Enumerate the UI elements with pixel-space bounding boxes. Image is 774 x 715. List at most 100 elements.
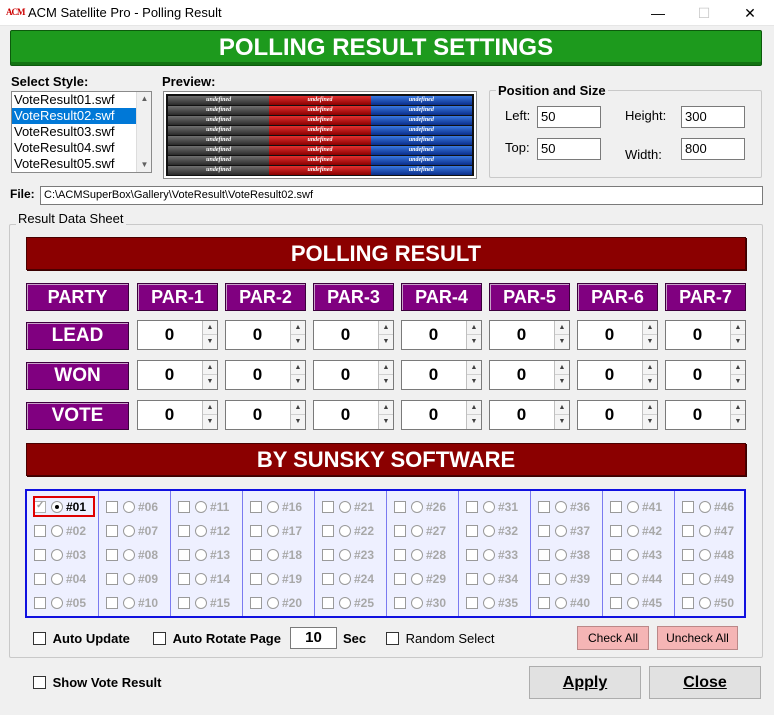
grid-item[interactable]: #38 xyxy=(538,548,590,564)
spin-up-icon[interactable]: ▲ xyxy=(643,401,657,415)
page-checkbox[interactable] xyxy=(106,501,118,513)
grid-item[interactable]: #39 xyxy=(538,572,590,588)
spin-up-icon[interactable]: ▲ xyxy=(379,321,393,335)
close-window-button[interactable]: ✕ xyxy=(727,0,773,26)
value-spinner[interactable]: 0 ▲ ▼ xyxy=(225,320,306,350)
value-spinner[interactable]: 0 ▲ ▼ xyxy=(401,400,482,430)
value-spinner[interactable]: 0 ▲ ▼ xyxy=(137,320,218,350)
grid-item[interactable]: #10 xyxy=(106,596,158,612)
page-checkbox[interactable] xyxy=(394,525,406,537)
value-spinner[interactable]: 0 ▲ ▼ xyxy=(313,400,394,430)
page-radio[interactable] xyxy=(267,573,279,585)
value-spinner[interactable]: 0 ▲ ▼ xyxy=(489,400,570,430)
file-path-field[interactable]: C:\ACMSuperBox\Gallery\VoteResult\VoteRe… xyxy=(40,186,763,205)
spin-down-icon[interactable]: ▼ xyxy=(203,375,217,389)
value-spinner[interactable]: 0 ▲ ▼ xyxy=(313,360,394,390)
maximize-button[interactable]: ☐ xyxy=(681,0,727,26)
spinner-buttons[interactable]: ▲ ▼ xyxy=(290,401,305,429)
value-spinner[interactable]: 0 ▲ ▼ xyxy=(665,400,746,430)
spinner-buttons[interactable]: ▲ ▼ xyxy=(466,401,481,429)
grid-item[interactable]: #11 xyxy=(178,500,229,516)
page-checkbox[interactable] xyxy=(178,525,190,537)
grid-item[interactable]: #22 xyxy=(322,524,374,540)
page-radio[interactable] xyxy=(339,549,351,561)
minimize-button[interactable]: — xyxy=(635,0,681,26)
spinner-buttons[interactable]: ▲ ▼ xyxy=(290,321,305,349)
spinner-value[interactable]: 0 xyxy=(666,361,729,389)
spin-down-icon[interactable]: ▼ xyxy=(379,415,393,429)
grid-item[interactable]: #21 xyxy=(322,500,374,516)
spinner-buttons[interactable]: ▲ ▼ xyxy=(466,321,481,349)
spinner-buttons[interactable]: ▲ ▼ xyxy=(378,361,393,389)
page-checkbox[interactable] xyxy=(394,573,406,585)
spinner-value[interactable]: 0 xyxy=(138,361,201,389)
style-list-item[interactable]: VoteResult03.swf xyxy=(12,124,137,140)
page-checkbox[interactable] xyxy=(466,525,478,537)
auto-rotate-checkbox[interactable] xyxy=(153,632,166,645)
grid-item[interactable]: #40 xyxy=(538,596,590,612)
grid-item[interactable]: #26 xyxy=(394,500,446,516)
grid-item[interactable]: #46 xyxy=(682,500,734,516)
spin-up-icon[interactable]: ▲ xyxy=(203,361,217,375)
grid-item[interactable]: #17 xyxy=(250,524,302,540)
uncheck-all-button[interactable]: Uncheck All xyxy=(657,626,738,650)
page-checkbox[interactable] xyxy=(394,501,406,513)
page-radio[interactable] xyxy=(411,501,423,513)
spinner-value[interactable]: 0 xyxy=(490,321,553,349)
value-spinner[interactable]: 0 ▲ ▼ xyxy=(577,400,658,430)
grid-item[interactable]: #43 xyxy=(610,548,662,564)
page-radio[interactable] xyxy=(339,597,351,609)
page-checkbox[interactable] xyxy=(466,573,478,585)
grid-item[interactable]: #49 xyxy=(682,572,734,588)
page-checkbox[interactable] xyxy=(682,501,694,513)
spin-down-icon[interactable]: ▼ xyxy=(291,375,305,389)
spin-down-icon[interactable]: ▼ xyxy=(555,415,569,429)
page-radio[interactable] xyxy=(483,501,495,513)
scroll-up-icon[interactable]: ▲ xyxy=(137,92,151,106)
grid-item[interactable]: #08 xyxy=(106,548,158,564)
spin-down-icon[interactable]: ▼ xyxy=(203,415,217,429)
spin-up-icon[interactable]: ▲ xyxy=(379,361,393,375)
random-select-checkbox[interactable] xyxy=(386,632,399,645)
spinner-buttons[interactable]: ▲ ▼ xyxy=(202,401,217,429)
style-list-item[interactable]: VoteResult04.swf xyxy=(12,140,137,156)
page-radio[interactable] xyxy=(483,525,495,537)
value-spinner[interactable]: 0 ▲ ▼ xyxy=(313,320,394,350)
spinner-value[interactable]: 0 xyxy=(402,321,465,349)
spin-up-icon[interactable]: ▲ xyxy=(731,321,745,335)
page-checkbox[interactable] xyxy=(610,525,622,537)
spinner-value[interactable]: 0 xyxy=(666,321,729,349)
page-radio[interactable] xyxy=(267,597,279,609)
page-checkbox[interactable] xyxy=(34,573,46,585)
grid-item[interactable]: #07 xyxy=(106,524,158,540)
grid-item[interactable]: #29 xyxy=(394,572,446,588)
page-radio[interactable] xyxy=(483,573,495,585)
spinner-buttons[interactable]: ▲ ▼ xyxy=(202,361,217,389)
spin-up-icon[interactable]: ▲ xyxy=(291,321,305,335)
grid-item[interactable]: #33 xyxy=(466,548,518,564)
grid-item[interactable]: #35 xyxy=(466,596,518,612)
page-radio[interactable] xyxy=(555,597,567,609)
page-checkbox[interactable] xyxy=(322,573,334,585)
spinner-value[interactable]: 0 xyxy=(578,401,641,429)
page-checkbox[interactable] xyxy=(538,573,550,585)
page-radio[interactable] xyxy=(699,501,711,513)
spinner-buttons[interactable]: ▲ ▼ xyxy=(554,361,569,389)
page-radio[interactable] xyxy=(51,525,63,537)
page-radio[interactable] xyxy=(699,525,711,537)
auto-update-option[interactable]: Auto Update xyxy=(33,631,130,646)
page-checkbox[interactable] xyxy=(682,597,694,609)
page-checkbox[interactable] xyxy=(178,501,190,513)
page-checkbox[interactable] xyxy=(34,597,46,609)
spinner-buttons[interactable]: ▲ ▼ xyxy=(730,361,745,389)
spinner-buttons[interactable]: ▲ ▼ xyxy=(466,361,481,389)
grid-item[interactable]: #15 xyxy=(178,596,230,612)
spin-up-icon[interactable]: ▲ xyxy=(555,361,569,375)
page-radio[interactable] xyxy=(483,597,495,609)
grid-item[interactable]: #19 xyxy=(250,572,302,588)
page-radio[interactable] xyxy=(411,597,423,609)
page-radio[interactable] xyxy=(267,501,279,513)
spin-down-icon[interactable]: ▼ xyxy=(643,335,657,349)
grid-item[interactable]: #47 xyxy=(682,524,734,540)
grid-item[interactable]: #37 xyxy=(538,524,590,540)
